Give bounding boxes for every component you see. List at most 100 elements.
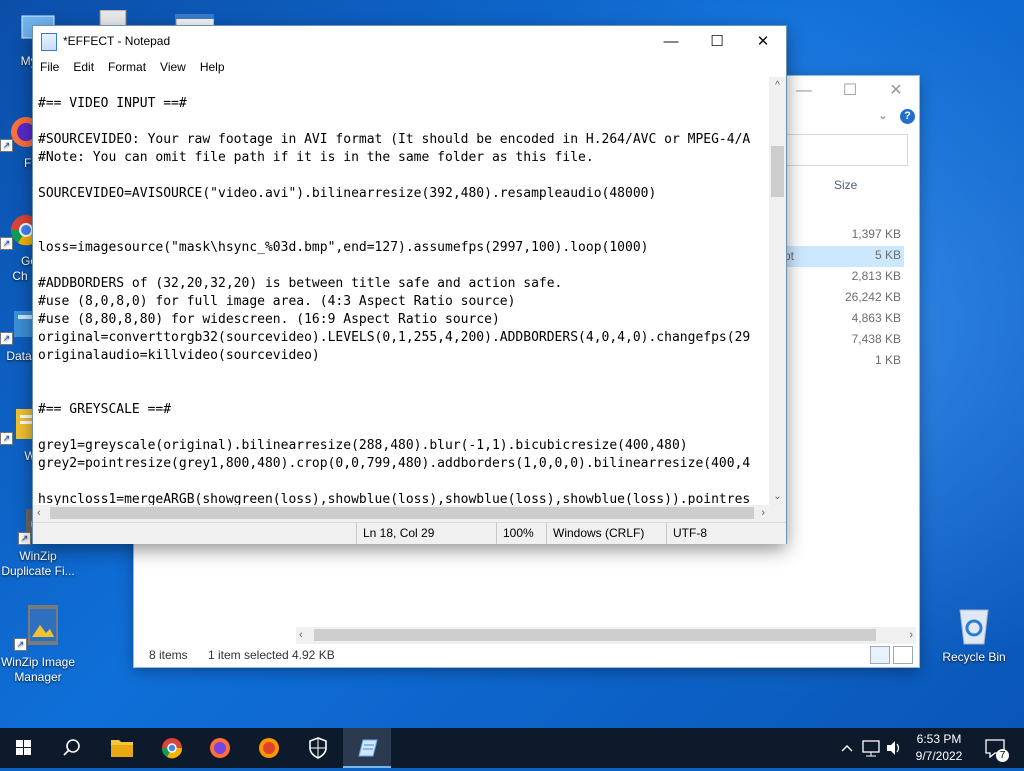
- desktop-icon-label: W: [24, 449, 36, 463]
- explorer-window-controls: — ☐ ✕: [781, 76, 919, 106]
- explorer-status-bar: 8 items 1 item selected 4.92 KB: [134, 643, 919, 667]
- shortcut-arrow-icon: ↗: [0, 237, 13, 250]
- desktop-icon-label: Fi: [24, 156, 34, 170]
- scrollbar-thumb[interactable]: [314, 629, 876, 641]
- notepad-icon: [41, 33, 57, 51]
- speaker-icon: [887, 741, 900, 755]
- scroll-up-icon[interactable]: ^: [769, 77, 786, 94]
- scroll-right-icon[interactable]: ›: [761, 505, 765, 522]
- taskbar-chrome[interactable]: [148, 728, 196, 768]
- network-icon: [862, 740, 880, 757]
- desktop-icon-label: WinZip Duplicate Fi...: [1, 549, 75, 578]
- desktop-icon-label: Recycle Bin: [942, 650, 1006, 664]
- taskbar: 6:53 PM 9/7/2022 7: [0, 728, 1024, 768]
- close-icon[interactable]: ✕: [873, 76, 919, 106]
- image-manager-icon: ↗: [14, 603, 62, 651]
- file-size: 4,863 KB: [851, 311, 901, 325]
- status-line-ending: Windows (CRLF): [546, 523, 661, 544]
- editor-text: #== VIDEO INPUT ==# #SOURCEVIDEO: Your r…: [38, 96, 751, 505]
- desktop-icon-label: WinZip Image Manager: [0, 655, 76, 684]
- search-icon: [63, 739, 80, 756]
- status-bar: Ln 18, Col 29 100% Windows (CRLF) UTF-8: [33, 522, 786, 544]
- text-editor-area[interactable]: #== VIDEO INPUT ==# #SOURCEVIDEO: Your r…: [33, 77, 769, 505]
- status-selection-size: 4.92 KB: [292, 648, 335, 662]
- taskbar-file-explorer[interactable]: [98, 728, 146, 768]
- menu-format[interactable]: Format: [101, 57, 153, 77]
- clock-date: 9/7/2022: [915, 749, 963, 763]
- desktop-icon-winzip-image-manager[interactable]: ↗ WinZip Image Manager: [0, 603, 76, 685]
- notepad-window[interactable]: *EFFECT - Notepad — ☐ ✕ File Edit Format…: [33, 26, 786, 544]
- clock-time: 6:53 PM: [916, 732, 962, 746]
- close-button[interactable]: ✕: [740, 26, 786, 57]
- volume-tray[interactable]: [884, 728, 904, 768]
- menu-edit[interactable]: Edit: [66, 57, 101, 77]
- file-size: 2,813 KB: [851, 269, 901, 283]
- scrollbar-thumb[interactable]: [771, 146, 784, 197]
- details-view-icon[interactable]: [870, 646, 890, 664]
- column-header-size[interactable]: Size: [834, 178, 857, 192]
- file-size: 1,397 KB: [851, 227, 901, 241]
- shortcut-arrow-icon: ↗: [0, 139, 13, 152]
- scroll-left-icon[interactable]: ‹: [37, 505, 41, 522]
- recycle-bin-icon: [952, 602, 996, 646]
- firefox-icon: [210, 738, 230, 758]
- taskbar-clock[interactable]: 6:53 PM 9/7/2022: [906, 731, 972, 765]
- windows-logo-icon: [16, 740, 31, 755]
- action-center[interactable]: 7: [978, 728, 1012, 768]
- file-size: 5 KB: [874, 248, 901, 262]
- minimize-icon[interactable]: —: [781, 76, 827, 106]
- window-title: *EFFECT - Notepad: [63, 34, 171, 48]
- file-size: 1 KB: [874, 353, 901, 367]
- shortcut-arrow-icon: ↗: [0, 432, 13, 445]
- status-item-count: 8 items: [149, 648, 188, 662]
- large-icons-view-icon[interactable]: [893, 646, 913, 664]
- horizontal-scrollbar[interactable]: ‹ ›: [296, 627, 916, 644]
- desktop-icon-recycle-bin[interactable]: Recycle Bin: [936, 602, 1012, 665]
- taskbar-firefox-2[interactable]: [245, 728, 293, 768]
- shortcut-arrow-icon: ↗: [0, 332, 13, 345]
- file-size: 7,438 KB: [851, 332, 901, 346]
- vertical-scrollbar[interactable]: ^ ⌄: [769, 77, 786, 505]
- shortcut-arrow-icon: ↗: [14, 638, 27, 651]
- menu-help[interactable]: Help: [193, 57, 232, 77]
- chrome-icon: [161, 738, 183, 759]
- horizontal-scrollbar[interactable]: ‹ ›: [33, 505, 769, 522]
- shortcut-arrow-icon: ↗: [18, 532, 31, 545]
- view-buttons: [870, 646, 913, 664]
- folder-icon: [111, 740, 133, 757]
- firefox-icon: [259, 738, 279, 758]
- shield-icon: [309, 737, 327, 759]
- file-size: 26,242 KB: [844, 290, 901, 304]
- title-bar[interactable]: *EFFECT - Notepad — ☐ ✕: [33, 26, 786, 57]
- help-icon[interactable]: ?: [900, 109, 915, 124]
- desktop-icon-label: Go Ch: [12, 254, 37, 283]
- scroll-corner: [769, 505, 786, 522]
- status-encoding: UTF-8: [666, 523, 783, 544]
- chevron-down-icon[interactable]: ⌄: [878, 108, 888, 122]
- start-button[interactable]: [0, 728, 48, 768]
- maximize-icon[interactable]: ☐: [827, 76, 873, 106]
- scroll-down-icon[interactable]: ⌄: [769, 488, 786, 505]
- scrollbar-thumb[interactable]: [50, 507, 754, 519]
- scroll-right-icon[interactable]: ›: [909, 627, 913, 644]
- desktop: My Co ↗ Fi ↗ Go Ch ↗ DataV: [0, 0, 1024, 728]
- chevron-up-icon: [841, 745, 853, 752]
- notification-count-badge: 7: [996, 749, 1009, 762]
- scroll-left-icon[interactable]: ‹: [299, 627, 303, 644]
- menu-bar: File Edit Format View Help: [33, 57, 786, 77]
- size-column: 1,397 KB 5 KB 2,813 KB 26,242 KB 4,863 K…: [784, 224, 904, 371]
- show-hidden-icons[interactable]: [838, 728, 856, 768]
- menu-view[interactable]: View: [153, 57, 193, 77]
- search-button[interactable]: [48, 728, 96, 768]
- notification-icon: [985, 739, 1005, 759]
- search-input[interactable]: [784, 134, 908, 166]
- status-zoom: 100%: [496, 523, 547, 544]
- taskbar-firefox[interactable]: [196, 728, 244, 768]
- taskbar-security[interactable]: [294, 728, 342, 768]
- minimize-button[interactable]: —: [648, 26, 694, 57]
- notepad-icon: [358, 739, 378, 757]
- menu-file[interactable]: File: [33, 57, 66, 77]
- maximize-button[interactable]: ☐: [694, 26, 740, 57]
- network-tray[interactable]: [860, 728, 882, 768]
- taskbar-notepad[interactable]: [343, 728, 391, 768]
